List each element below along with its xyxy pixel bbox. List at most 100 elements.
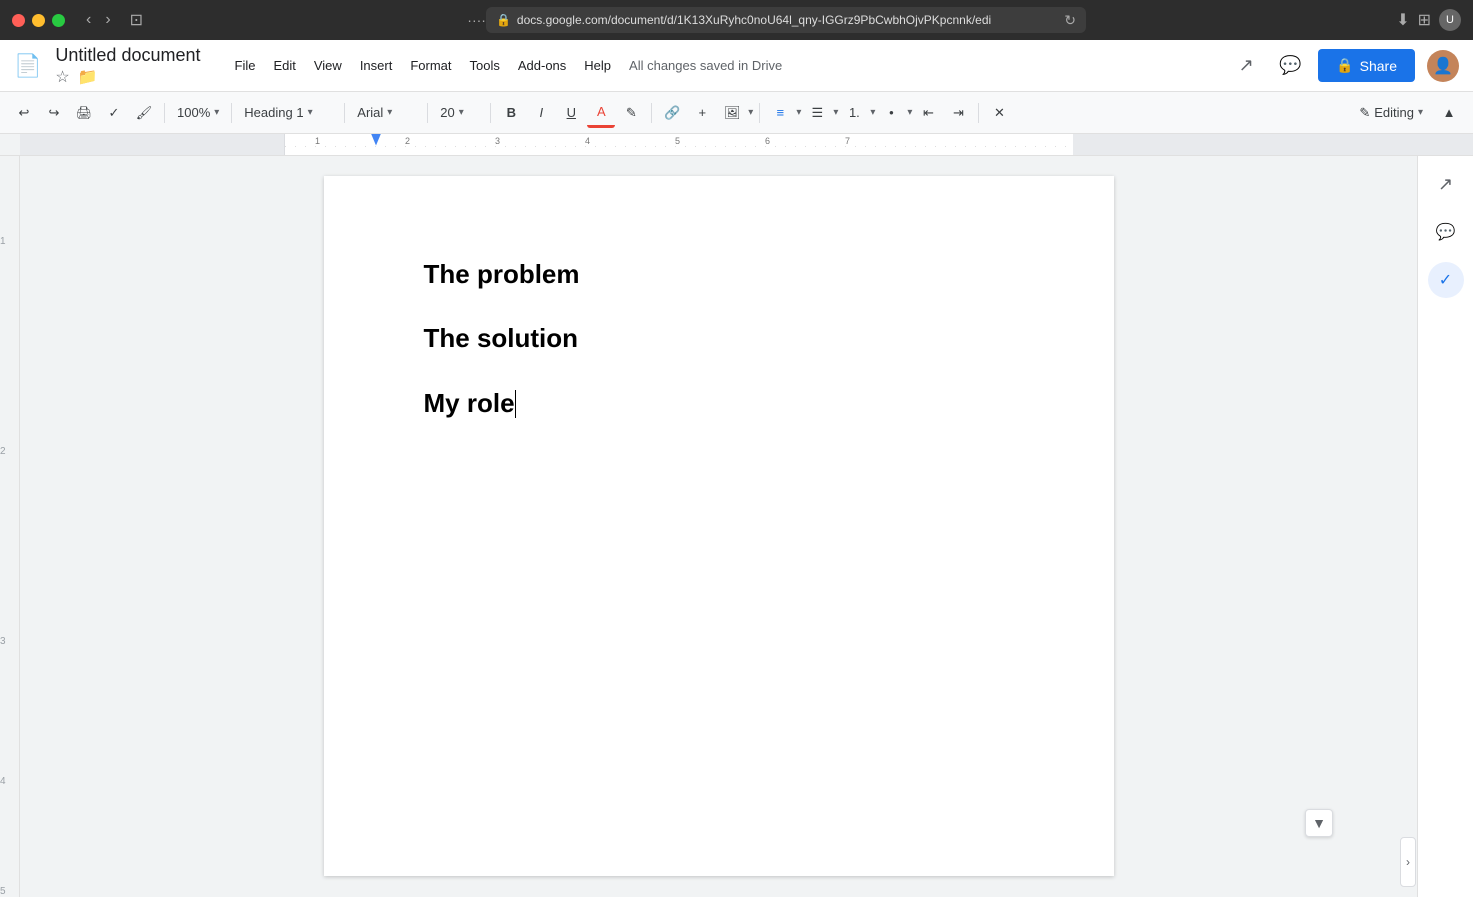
redo-button[interactable]: ↪ xyxy=(40,98,68,128)
app-bar-right: ↗ 💬 🔒 Share 👤 xyxy=(1230,49,1459,82)
font-value: Arial xyxy=(357,105,383,120)
bulleted-list-button[interactable]: • xyxy=(877,98,905,128)
ruler[interactable]: 1 2 3 4 5 6 7 xyxy=(285,134,1473,156)
spacing-dropdown-arrow[interactable]: ▾ xyxy=(833,107,838,118)
doc-title[interactable]: Untitled document xyxy=(55,45,200,66)
menu-file[interactable]: File xyxy=(227,54,264,77)
bullet-dropdown-arrow[interactable]: ▾ xyxy=(907,107,912,118)
underline-button[interactable]: U xyxy=(557,98,585,128)
menu-insert[interactable]: Insert xyxy=(352,54,401,77)
menu-help[interactable]: Help xyxy=(576,54,619,77)
left-gutter: 1 2 3 4 5 xyxy=(0,156,20,897)
star-icon[interactable]: ☆ xyxy=(55,67,69,87)
num-list-dropdown-arrow[interactable]: ▾ xyxy=(870,107,875,118)
separator-6 xyxy=(651,103,652,123)
window-mode-button[interactable]: ⊡ xyxy=(124,8,149,32)
ruler-ticks xyxy=(285,146,1073,147)
menu-tools[interactable]: Tools xyxy=(462,54,508,77)
doc-actions: ☆ 📁 xyxy=(55,67,200,87)
heading-line-3-text: My role xyxy=(424,388,515,418)
heading-select[interactable]: Heading 1 ▾ xyxy=(238,98,338,128)
user-avatar[interactable]: 👤 xyxy=(1427,50,1459,82)
decrease-indent-button[interactable]: ⇤ xyxy=(914,98,942,128)
menu-format[interactable]: Format xyxy=(402,54,459,77)
close-button[interactable] xyxy=(12,14,25,27)
increase-indent-button[interactable]: ⇥ xyxy=(944,98,972,128)
separator-5 xyxy=(490,103,491,123)
editing-mode-button[interactable]: ✎ Editing ▾ xyxy=(1351,101,1431,125)
doc-app-icon: 📄 xyxy=(14,53,41,79)
page-number-3: 3 xyxy=(0,636,6,647)
expand-sidebar-button[interactable]: › xyxy=(1400,837,1416,887)
address-bar[interactable]: 🔒 docs.google.com/document/d/1K13XuRyhc0… xyxy=(486,7,1086,33)
heading-line-1[interactable]: The problem xyxy=(424,256,1014,292)
editing-dropdown-arrow: ▾ xyxy=(1418,107,1423,118)
ruler-marker-6: 6 xyxy=(765,136,770,146)
activity-icon[interactable]: ↗ xyxy=(1230,50,1262,82)
menu-bar: File Edit View Insert Format Tools Add-o… xyxy=(227,54,783,77)
lock-icon: 🔒 xyxy=(496,13,511,27)
ruler-marker-4: 4 xyxy=(585,136,590,146)
document-page[interactable]: The problem The solution My role xyxy=(324,176,1114,876)
comments-icon[interactable]: 💬 xyxy=(1274,50,1306,82)
font-select[interactable]: Arial ▾ xyxy=(351,98,421,128)
split-view-icon[interactable]: ⊞ xyxy=(1418,10,1431,30)
traffic-lights xyxy=(12,14,65,27)
font-size-select[interactable]: 20 ▾ xyxy=(434,98,484,128)
expand-sidebar-area: › xyxy=(1400,0,1416,897)
zoom-select[interactable]: 100% ▾ xyxy=(171,98,225,128)
menu-addons[interactable]: Add-ons xyxy=(510,54,574,77)
numbered-list-button[interactable]: 1. xyxy=(840,98,868,128)
insert-comment-button[interactable]: + xyxy=(688,98,716,128)
maximize-button[interactable] xyxy=(52,14,65,27)
align-dropdown-arrow[interactable]: ▾ xyxy=(796,107,801,118)
undo-button[interactable]: ↩ xyxy=(10,98,38,128)
insert-image-button[interactable]: 🖼 xyxy=(718,98,746,128)
collapse-toolbar-button[interactable]: ▲ xyxy=(1435,98,1463,128)
separator-8 xyxy=(978,103,979,123)
separator-4 xyxy=(427,103,428,123)
separator-3 xyxy=(344,103,345,123)
menu-edit[interactable]: Edit xyxy=(265,54,303,77)
separator-7 xyxy=(759,103,760,123)
profile-icon[interactable]: U xyxy=(1439,9,1461,31)
reload-button[interactable]: ↻ xyxy=(1064,12,1076,29)
tabs-menu-button[interactable]: ···· xyxy=(467,12,486,28)
menu-view[interactable]: View xyxy=(306,54,350,77)
share-label: Share xyxy=(1360,58,1397,74)
share-lock-icon: 🔒 xyxy=(1336,57,1353,74)
insert-image-arrow[interactable]: ▾ xyxy=(748,107,753,118)
comments-sidebar-button[interactable]: 💬 xyxy=(1428,214,1464,250)
heading-line-3[interactable]: My role xyxy=(424,385,1014,421)
check-sidebar-button[interactable]: ✓ xyxy=(1428,262,1464,298)
indent-marker[interactable] xyxy=(371,134,381,146)
page-number-1: 1 xyxy=(0,236,6,247)
spellcheck-button[interactable]: ✓ xyxy=(100,98,128,128)
heading-value: Heading 1 xyxy=(244,105,303,120)
align-left-button[interactable]: ≡ xyxy=(766,98,794,128)
text-color-button[interactable]: A xyxy=(587,98,615,128)
ruler-marker-7: 7 xyxy=(845,136,850,146)
insert-link-button[interactable]: 🔗 xyxy=(658,98,686,128)
zoom-value: 100% xyxy=(177,105,210,120)
bold-button[interactable]: B xyxy=(497,98,525,128)
paint-format-button[interactable]: 🖌 xyxy=(130,98,158,128)
scroll-to-bottom-button[interactable]: ▼ xyxy=(1305,809,1333,837)
line-spacing-button[interactable]: ☰ xyxy=(803,98,831,128)
folder-icon[interactable]: 📁 xyxy=(78,67,98,87)
italic-button[interactable]: I xyxy=(527,98,555,128)
heading-line-2[interactable]: The solution xyxy=(424,320,1014,356)
minimize-button[interactable] xyxy=(32,14,45,27)
clear-format-button[interactable]: ✕ xyxy=(985,98,1013,128)
back-button[interactable]: ‹ xyxy=(81,9,96,31)
ruler-left-gutter xyxy=(0,134,20,156)
right-sidebar: ↗ 💬 ✓ xyxy=(1417,156,1473,897)
highlight-button[interactable]: ✎ xyxy=(617,98,645,128)
forward-button[interactable]: › xyxy=(100,9,115,31)
print-button[interactable]: 🖨 xyxy=(70,98,98,128)
document-area[interactable]: The problem The solution My role xyxy=(20,156,1417,897)
comment-bubble-icon: 💬 xyxy=(1436,222,1456,242)
font-size-value: 20 xyxy=(440,105,454,120)
activity-sidebar-button[interactable]: ↗ xyxy=(1428,166,1464,202)
ruler-marker-3: 3 xyxy=(495,136,500,146)
